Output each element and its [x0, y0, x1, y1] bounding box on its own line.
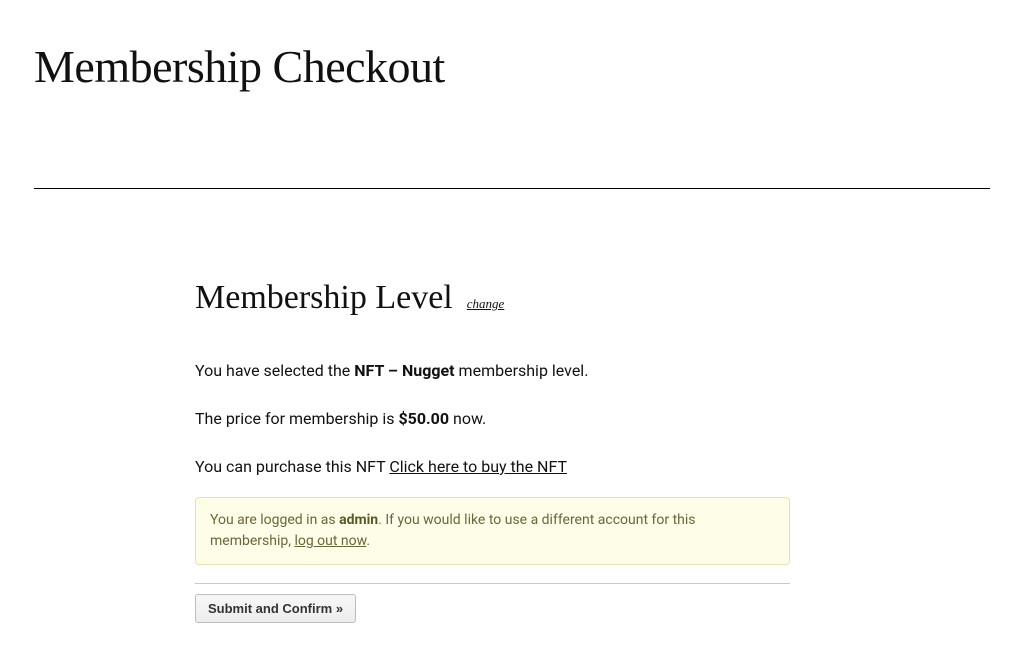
section-heading-row: Membership Level change: [195, 279, 790, 317]
form-divider: [195, 583, 790, 584]
nft-prefix: You can purchase this NFT: [195, 457, 389, 476]
selected-level-name: NFT – Nugget: [354, 361, 454, 380]
submit-button[interactable]: Submit and Confirm »: [195, 594, 356, 623]
notice-prefix: You are logged in as: [210, 512, 339, 528]
notice-username: admin: [339, 512, 378, 528]
selected-suffix: membership level.: [455, 361, 589, 380]
content-area: Membership Level change You have selecte…: [195, 189, 790, 623]
membership-level-heading: Membership Level: [195, 279, 453, 316]
login-notice: You are logged in as admin. If you would…: [195, 497, 790, 565]
nft-purchase-text: You can purchase this NFT Click here to …: [195, 455, 790, 479]
price-amount: $50.00: [398, 409, 449, 428]
notice-suffix: .: [366, 533, 370, 549]
change-level-link[interactable]: change: [467, 296, 505, 311]
price-suffix: now.: [449, 409, 486, 428]
buy-nft-link[interactable]: Click here to buy the NFT: [389, 457, 567, 476]
price-text: The price for membership is $50.00 now.: [195, 407, 790, 431]
selected-level-text: You have selected the NFT – Nugget membe…: [195, 359, 790, 383]
selected-prefix: You have selected the: [195, 361, 354, 380]
price-prefix: The price for membership is: [195, 409, 398, 428]
page-title: Membership Checkout: [0, 0, 1024, 93]
logout-link[interactable]: log out now: [294, 533, 366, 549]
